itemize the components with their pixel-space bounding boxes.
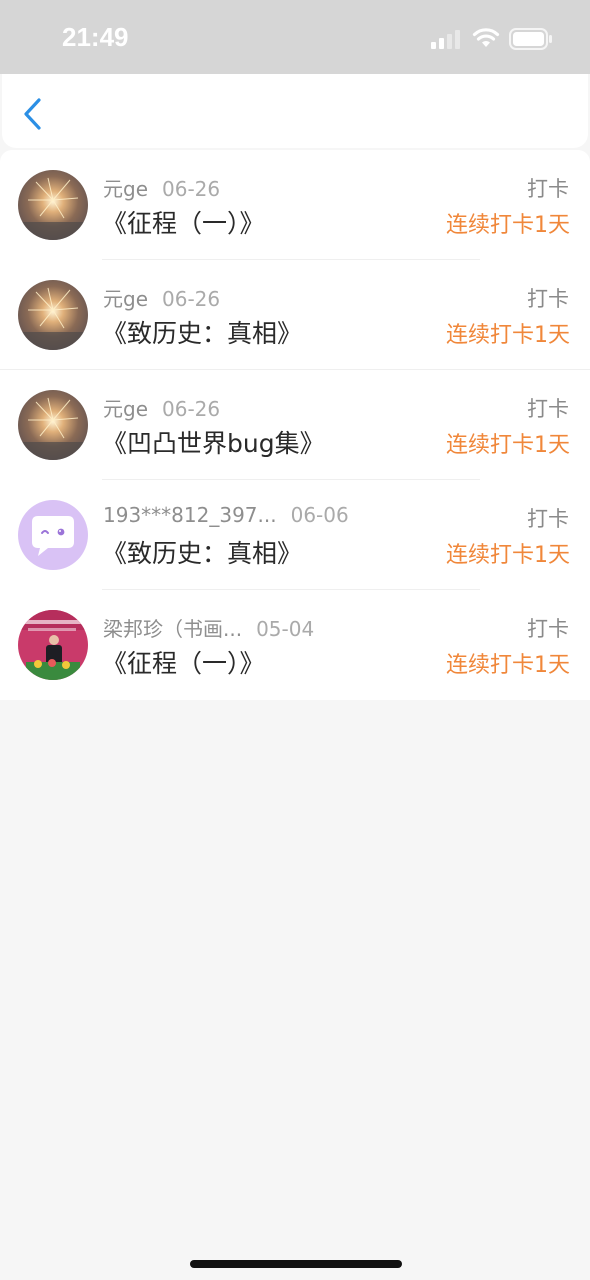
post-date: 06-26 xyxy=(162,397,221,421)
user-name[interactable]: 元ge xyxy=(103,177,148,201)
default-chat-avatar-icon xyxy=(18,500,88,570)
meta-line: 梁邦珍（书画... 05-04 xyxy=(103,613,314,642)
checkin-label: 打卡 xyxy=(527,287,569,311)
list-item[interactable]: 193***812_397... 06-06 《致历史：真相》 打卡 连续打卡1天 xyxy=(0,480,590,590)
avatar[interactable] xyxy=(18,280,88,350)
streak-label: 连续打卡1天 xyxy=(446,653,570,678)
user-name[interactable]: 梁邦珍（书画... xyxy=(103,617,242,641)
sparkler-photo-icon xyxy=(18,280,88,350)
meta-line: 元ge 06-26 xyxy=(103,173,220,202)
navigation-bar xyxy=(2,74,588,148)
list-item[interactable]: 梁邦珍（书画... 05-04 《征程（一）》 打卡 连续打卡1天 xyxy=(0,590,590,700)
chevron-left-icon xyxy=(24,98,41,130)
book-title[interactable]: 《凹凸世界bug集》 xyxy=(102,424,325,460)
user-name[interactable]: 193***812_397... xyxy=(103,503,277,527)
speaker-photo-icon xyxy=(18,610,88,680)
status-bar: 21:49 xyxy=(0,0,590,74)
wifi-icon xyxy=(472,28,500,47)
list-item[interactable]: 元ge 06-26 《凹凸世界bug集》 打卡 连续打卡1天 xyxy=(0,370,590,480)
avatar[interactable] xyxy=(18,390,88,460)
post-date: 06-26 xyxy=(162,177,221,201)
post-date: 05-04 xyxy=(256,617,315,641)
book-title[interactable]: 《征程（一）》 xyxy=(102,204,265,240)
book-title[interactable]: 《致历史：真相》 xyxy=(102,314,302,350)
streak-label: 连续打卡1天 xyxy=(446,543,570,568)
checkin-label: 打卡 xyxy=(527,397,569,421)
post-date: 06-06 xyxy=(290,503,349,527)
user-name[interactable]: 元ge xyxy=(103,287,148,311)
list-item[interactable]: 元ge 06-26 《致历史：真相》 打卡 连续打卡1天 xyxy=(0,260,590,370)
user-name[interactable]: 元ge xyxy=(103,397,148,421)
meta-line: 元ge 06-26 xyxy=(103,393,220,422)
streak-label: 连续打卡1天 xyxy=(446,213,570,238)
avatar[interactable] xyxy=(18,170,88,240)
list-item[interactable]: 元ge 06-26 《征程（一）》 打卡 连续打卡1天 xyxy=(0,150,590,260)
post-date: 06-26 xyxy=(162,287,221,311)
home-indicator[interactable] xyxy=(190,1260,402,1268)
streak-label: 连续打卡1天 xyxy=(446,433,570,458)
cellular-signal-icon xyxy=(431,30,460,49)
book-title[interactable]: 《征程（一）》 xyxy=(102,644,265,680)
sparkler-photo-icon xyxy=(18,390,88,460)
streak-label: 连续打卡1天 xyxy=(446,323,570,348)
checkin-list: 元ge 06-26 《征程（一）》 打卡 连续打卡1天 元ge 06-26 《致… xyxy=(0,150,590,700)
avatar[interactable] xyxy=(18,500,88,570)
book-title[interactable]: 《致历史：真相》 xyxy=(102,534,302,570)
checkin-label: 打卡 xyxy=(527,507,569,531)
meta-line: 193***812_397... 06-06 xyxy=(103,503,349,527)
status-time: 21:49 xyxy=(62,22,129,52)
back-button[interactable] xyxy=(18,96,48,132)
battery-icon xyxy=(509,28,552,50)
checkin-label: 打卡 xyxy=(527,177,569,201)
checkin-label: 打卡 xyxy=(527,617,569,641)
avatar[interactable] xyxy=(18,610,88,680)
sparkler-photo-icon xyxy=(18,170,88,240)
meta-line: 元ge 06-26 xyxy=(103,283,220,312)
